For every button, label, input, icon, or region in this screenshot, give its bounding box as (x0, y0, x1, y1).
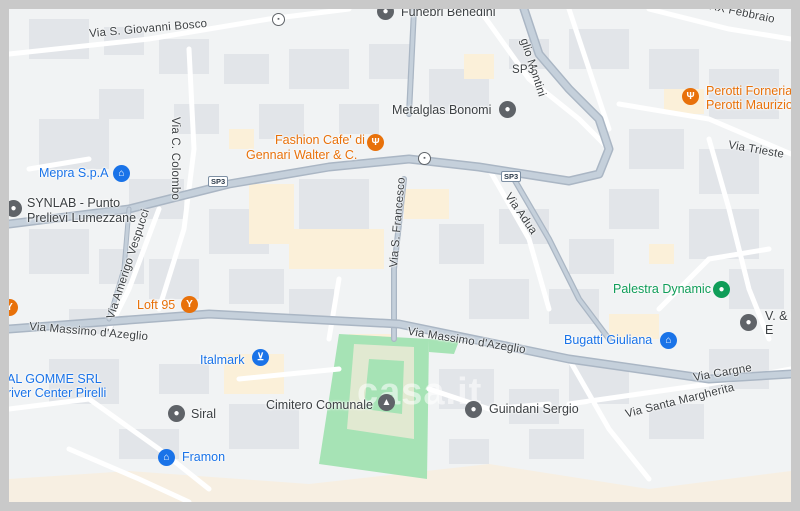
shopping-bag-icon[interactable]: ⌂ (113, 165, 130, 182)
poi-label-synlab[interactable]: SYNLAB - Punto (27, 196, 120, 210)
cocktail-icon[interactable]: Y (9, 299, 18, 316)
poi-label-italmark[interactable]: Italmark (200, 353, 244, 367)
dumbbell-icon[interactable]: ● (713, 281, 730, 298)
poi-label-bugatti-giuliana[interactable]: Bugatti Giuliana (564, 333, 652, 347)
road-label-via-colombo: Via C. Colombo (169, 117, 181, 201)
poi-label-mepra[interactable]: Mepra S.p.A (39, 166, 108, 180)
map-pin-icon[interactable]: ● (465, 401, 482, 418)
shopping-bag-icon[interactable]: ⌂ (158, 449, 175, 466)
poi-label-vp[interactable]: V. & P. (765, 309, 791, 323)
poi-label-al-gomme[interactable]: AL GOMME SRL (9, 372, 102, 386)
poi-label-perotti-forneria[interactable]: Perotti Forneria (706, 84, 791, 98)
map-pin-icon[interactable]: ● (9, 200, 22, 217)
bus-stop-icon[interactable]: ▪ (418, 152, 431, 165)
poi-label-loft95[interactable]: Loft 95 (137, 298, 175, 312)
poi-label-al-gomme-line2[interactable]: river Center Pirelli (9, 386, 106, 400)
poi-label-guindani-sergio[interactable]: Guindani Sergio (489, 402, 579, 416)
road-shield-sp3: SP3 (501, 171, 522, 182)
poi-label-fashion-cafe[interactable]: Fashion Cafe' di (275, 133, 365, 147)
map-pin-icon[interactable]: ● (499, 101, 516, 118)
watermark: casa.it (357, 371, 483, 413)
road-shield-sp3: SP3 (208, 176, 229, 187)
map-pin-icon[interactable]: ● (168, 405, 185, 422)
poi-label-perotti-maurizio[interactable]: Perotti Maurizio (706, 98, 791, 112)
map-pin-icon[interactable]: ● (377, 9, 394, 20)
poi-label-funebri-benedini[interactable]: Funebri Benedini (401, 9, 496, 19)
shopping-bag-icon[interactable]: ⌂ (660, 332, 677, 349)
poi-label-cimitero-comunale[interactable]: Cimitero Comunale (266, 398, 373, 412)
bus-stop-icon[interactable]: ▪ (272, 13, 285, 26)
map-frame[interactable]: casa.it SP3 SP3 ▪ ▪ Via S. Giovanni Bosc… (0, 0, 800, 511)
poi-label-metalglas-bonomi[interactable]: Metalglas Bonomi (392, 103, 491, 117)
poi-label-fashion-cafe-line2[interactable]: Gennari Walter & C. (246, 148, 357, 162)
poi-label-vp-line2[interactable]: E (765, 323, 773, 337)
fork-knife-icon[interactable]: Ψ (367, 134, 384, 151)
poi-label-palestra-dynamic[interactable]: Palestra Dynamic (613, 282, 711, 296)
cemetery-icon[interactable]: ▲ (378, 394, 395, 411)
shopping-cart-icon[interactable]: ⊻ (252, 349, 269, 366)
map-pin-icon[interactable]: ● (740, 314, 757, 331)
fork-knife-icon[interactable]: Ψ (682, 88, 699, 105)
poi-label-synlab-line2[interactable]: Prelievi Lumezzane (27, 211, 136, 225)
poi-label-siral[interactable]: Siral (191, 407, 216, 421)
poi-label-framon[interactable]: Framon (182, 450, 225, 464)
cocktail-icon[interactable]: Y (181, 296, 198, 313)
road-label-sp3: SP3 (512, 64, 535, 76)
